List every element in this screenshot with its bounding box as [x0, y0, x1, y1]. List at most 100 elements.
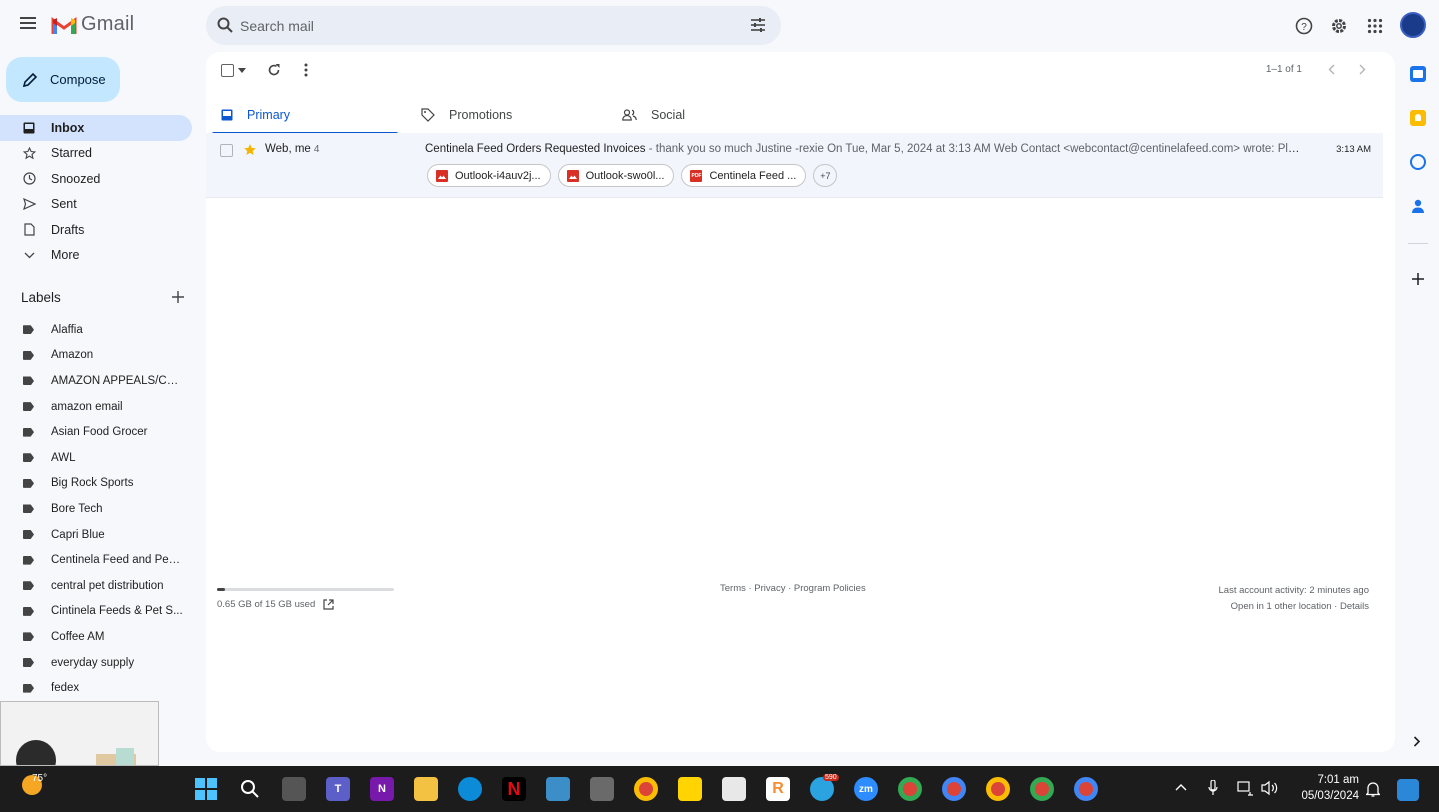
- draft-icon: [22, 223, 36, 237]
- label-name: everyday supply: [51, 656, 135, 669]
- notepad-icon[interactable]: [546, 777, 570, 801]
- chrome-profile-icon[interactable]: [942, 777, 966, 801]
- taskbar-search-icon[interactable]: [238, 777, 262, 801]
- expand-panel-icon[interactable]: [1413, 736, 1421, 747]
- contacts-icon[interactable]: [1410, 198, 1426, 214]
- label-item[interactable]: fedex: [0, 675, 200, 701]
- tab-label: Primary: [247, 108, 291, 122]
- network-icon[interactable]: [1237, 780, 1253, 796]
- zoom-icon[interactable]: zm: [854, 777, 878, 801]
- nav-item-snoozed[interactable]: Snoozed: [0, 166, 192, 192]
- label-name: Big Rock Sports: [51, 477, 134, 490]
- label-item[interactable]: Bore Tech: [0, 496, 200, 522]
- help-icon[interactable]: ?: [1292, 14, 1316, 38]
- tab-primary[interactable]: Primary: [211, 96, 399, 135]
- nav-item-starred[interactable]: Starred: [0, 141, 192, 167]
- chrome-profile-icon[interactable]: [986, 777, 1010, 801]
- task-view-icon[interactable]: [282, 777, 306, 801]
- system-clock[interactable]: 7:01 am 05/03/2024: [1289, 772, 1359, 804]
- attachment-chip[interactable]: Outlook-swo0l...: [557, 164, 675, 187]
- tab-promotions[interactable]: Promotions: [421, 96, 609, 134]
- nav-item-sent[interactable]: Sent: [0, 192, 192, 218]
- microphone-icon[interactable]: [1208, 780, 1218, 796]
- label-name: AWL: [51, 451, 76, 464]
- label-item[interactable]: Coffee AM: [0, 624, 200, 650]
- settings-gear-icon[interactable]: [1327, 14, 1351, 38]
- main-menu-icon[interactable]: [16, 14, 40, 38]
- notification-bell-icon[interactable]: [1366, 781, 1380, 797]
- clock-icon: [22, 172, 36, 186]
- prev-page-icon[interactable]: [1328, 64, 1335, 75]
- nav-item-label: Snoozed: [51, 171, 101, 186]
- netflix-icon[interactable]: N: [502, 777, 526, 801]
- tab-social[interactable]: Social: [622, 96, 810, 134]
- next-page-icon[interactable]: [1359, 64, 1366, 75]
- label-item[interactable]: AWL: [0, 445, 200, 471]
- email-snippet: - thank you so much Justine -rexie On Tu…: [645, 143, 1305, 155]
- gmail-logo[interactable]: Gmail: [51, 13, 134, 36]
- chrome-profile-icon[interactable]: [898, 777, 922, 801]
- copilot-icon[interactable]: [1397, 779, 1419, 801]
- refresh-icon[interactable]: [267, 63, 281, 77]
- nav-item-inbox[interactable]: Inbox: [0, 115, 192, 141]
- label-tag-icon: [23, 350, 34, 360]
- star-filled-icon[interactable]: [243, 143, 257, 157]
- chrome-profile-icon[interactable]: [1030, 777, 1054, 801]
- label-item[interactable]: Alaffia: [0, 317, 200, 343]
- label-item[interactable]: Cintinela Feeds & Pet S...: [0, 599, 200, 625]
- label-tag-icon: [23, 325, 34, 335]
- keep-icon[interactable]: [1410, 110, 1426, 126]
- labels-title: Labels: [21, 290, 61, 305]
- label-item[interactable]: Amazon: [0, 343, 200, 369]
- calendar-icon[interactable]: [1410, 66, 1426, 82]
- tab-label: Social: [651, 108, 686, 122]
- apps-grid-icon[interactable]: [1363, 14, 1387, 38]
- compose-button[interactable]: Compose: [6, 57, 120, 102]
- search-input[interactable]: [240, 16, 720, 36]
- tasks-icon[interactable]: [1410, 154, 1426, 170]
- sticky-notes-icon[interactable]: [678, 777, 702, 801]
- pdf-file-icon: PDF: [690, 169, 703, 182]
- nav-item-drafts[interactable]: Drafts: [0, 217, 192, 243]
- chrome-profile-icon[interactable]: [1074, 777, 1098, 801]
- file-explorer-icon[interactable]: [414, 777, 438, 801]
- attachment-chip[interactable]: PDF Centinela Feed ...: [681, 164, 807, 187]
- more-attachments-chip[interactable]: +7: [813, 164, 838, 187]
- onenote-icon[interactable]: N: [370, 777, 394, 801]
- more-options-icon[interactable]: [304, 63, 308, 77]
- search-bar[interactable]: [206, 6, 781, 45]
- label-item[interactable]: amazon email: [0, 394, 200, 420]
- email-subject: Centinela Feed Orders Requested Invoices: [425, 143, 646, 155]
- nav-item-more[interactable]: More: [0, 243, 192, 269]
- add-label-icon[interactable]: [171, 290, 185, 304]
- snipping-tool-icon[interactable]: [722, 777, 746, 801]
- label-item[interactable]: Centinela Feed and Pet ...: [0, 547, 200, 573]
- open-external-icon[interactable]: [323, 599, 334, 610]
- show-hidden-icons-chevron-up-icon[interactable]: [1175, 784, 1187, 791]
- search-options-icon[interactable]: [749, 16, 767, 34]
- email-row[interactable]: Web, me 4 Centinela Feed Orders Requested…: [206, 133, 1383, 198]
- teams-icon[interactable]: T: [326, 777, 350, 801]
- select-all-checkbox[interactable]: [221, 64, 234, 77]
- edge-icon[interactable]: [458, 777, 482, 801]
- label-item[interactable]: AMAZON APPEALS/CAS...: [0, 368, 200, 394]
- search-icon[interactable]: [216, 16, 234, 34]
- add-addon-icon[interactable]: [1411, 272, 1425, 286]
- label-item[interactable]: Capri Blue: [0, 522, 200, 548]
- label-item[interactable]: everyday supply: [0, 650, 200, 676]
- attachment-chip[interactable]: Outlook-i4auv2j...: [427, 164, 551, 187]
- volume-icon[interactable]: [1261, 780, 1279, 796]
- label-item[interactable]: Asian Food Grocer: [0, 419, 200, 445]
- chrome-icon[interactable]: [634, 777, 658, 801]
- account-avatar[interactable]: [1400, 12, 1426, 38]
- label-item[interactable]: Big Rock Sports: [0, 471, 200, 497]
- ringcentral-icon[interactable]: R: [766, 777, 790, 801]
- label-item[interactable]: central pet distribution: [0, 573, 200, 599]
- footer-links[interactable]: Terms · Privacy · Program Policies: [720, 583, 866, 594]
- calculator-icon[interactable]: [590, 777, 614, 801]
- nav-item-label: Drafts: [51, 222, 85, 237]
- windows-start-icon[interactable]: [194, 777, 218, 801]
- details-link[interactable]: Open in 1 other location · Details: [1219, 599, 1369, 615]
- email-checkbox[interactable]: [220, 144, 233, 157]
- select-dropdown-icon[interactable]: [238, 68, 246, 73]
